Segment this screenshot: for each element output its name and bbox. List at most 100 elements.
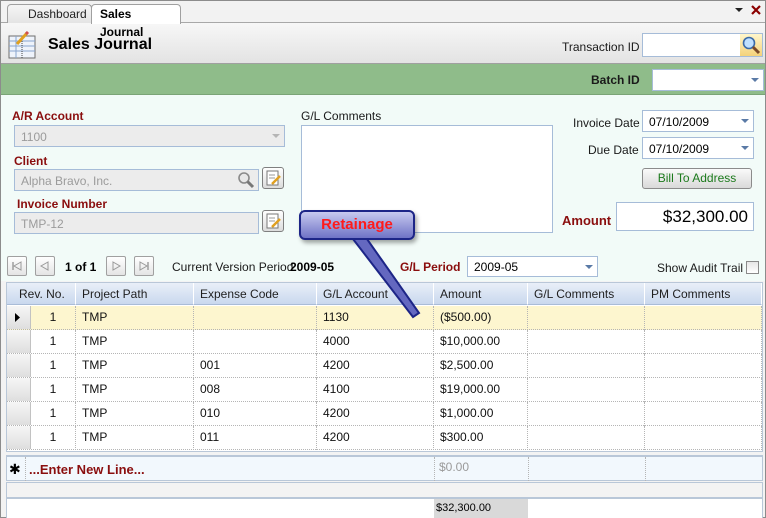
cell-gl-comments[interactable]: [528, 330, 645, 354]
cell-project-path[interactable]: TMP: [76, 306, 194, 330]
cell-amount[interactable]: ($500.00): [434, 306, 528, 330]
column-header-amount[interactable]: Amount: [434, 283, 528, 305]
cell-gl-account[interactable]: 4200: [317, 426, 434, 450]
column-header-pm-comments[interactable]: PM Comments: [645, 283, 762, 305]
search-icon[interactable]: [237, 171, 255, 192]
last-record-icon: [139, 261, 149, 271]
batch-id-dropdown[interactable]: [652, 69, 764, 91]
cell-expense-code[interactable]: 008: [194, 378, 317, 402]
enter-new-line-prompt[interactable]: ...Enter New Line...: [29, 462, 145, 477]
cell-pm-comments[interactable]: [645, 378, 762, 402]
table-row[interactable]: 1 TMP 008 4100 $19,000.00: [7, 378, 762, 402]
cell-gl-account[interactable]: 1130: [317, 306, 434, 330]
show-audit-trail-checkbox[interactable]: [746, 261, 759, 274]
ar-account-dropdown[interactable]: 1100: [14, 125, 285, 147]
cell-gl-comments[interactable]: [528, 426, 645, 450]
first-record-button[interactable]: [7, 256, 27, 276]
cell-project-path[interactable]: TMP: [76, 354, 194, 378]
cell-gl-comments[interactable]: [528, 402, 645, 426]
chevron-down-icon[interactable]: [737, 138, 753, 158]
dropdown-arrow-icon[interactable]: [734, 5, 744, 18]
chevron-down-icon[interactable]: [581, 257, 597, 276]
cell-rev-no[interactable]: 1: [31, 378, 76, 402]
cell-gl-account[interactable]: 4100: [317, 378, 434, 402]
cell-gl-account[interactable]: 4000: [317, 330, 434, 354]
tab-sales-journal[interactable]: Sales Journal: [91, 4, 181, 39]
ar-account-label: A/R Account: [12, 109, 84, 123]
batch-id-label: Batch ID: [591, 73, 640, 87]
invoice-number-input[interactable]: TMP-12: [14, 212, 259, 234]
amount-value: $32,300.00: [616, 202, 754, 231]
table-row[interactable]: 1 TMP 001 4200 $2,500.00: [7, 354, 762, 378]
cell-amount[interactable]: $10,000.00: [434, 330, 528, 354]
chevron-down-icon[interactable]: [268, 126, 284, 146]
table-row[interactable]: 1 TMP 010 4200 $1,000.00: [7, 402, 762, 426]
transaction-id-input[interactable]: [642, 33, 763, 57]
column-header-gl-comments[interactable]: G/L Comments: [528, 283, 645, 305]
cell-rev-no[interactable]: 1: [31, 426, 76, 450]
edit-invoice-number-button[interactable]: [262, 210, 284, 232]
cell-gl-comments[interactable]: [528, 378, 645, 402]
row-selector[interactable]: [7, 354, 31, 377]
cell-gl-comments[interactable]: [528, 306, 645, 330]
row-selector[interactable]: [7, 330, 31, 353]
tab-dashboard[interactable]: Dashboard: [7, 4, 92, 23]
client-input[interactable]: Alpha Bravo, Inc.: [14, 169, 259, 191]
cell-rev-no[interactable]: 1: [31, 306, 76, 330]
invoice-date-picker[interactable]: 07/10/2009: [642, 110, 754, 132]
column-header-rev-no[interactable]: Rev. No.: [7, 283, 76, 305]
cell-project-path[interactable]: TMP: [76, 330, 194, 354]
cell-expense-code[interactable]: 010: [194, 402, 317, 426]
column-header-expense-code[interactable]: Expense Code: [194, 283, 317, 305]
cell-expense-code[interactable]: [194, 306, 317, 330]
close-icon[interactable]: [751, 5, 761, 18]
total-amount: $32,300.00: [434, 499, 528, 518]
cell-rev-no[interactable]: 1: [31, 402, 76, 426]
new-line-row[interactable]: ✱ ...Enter New Line... $0.00: [6, 455, 763, 481]
bill-to-address-button[interactable]: Bill To Address: [642, 168, 752, 189]
cell-project-path[interactable]: TMP: [76, 378, 194, 402]
cell-pm-comments[interactable]: [645, 306, 762, 330]
previous-record-button[interactable]: [35, 256, 55, 276]
cell-project-path[interactable]: TMP: [76, 426, 194, 450]
row-selector[interactable]: [7, 402, 31, 425]
cell-pm-comments[interactable]: [645, 426, 762, 450]
due-date-picker[interactable]: 07/10/2009: [642, 137, 754, 159]
table-row[interactable]: 1 TMP 1130 ($500.00): [7, 306, 762, 330]
gl-period-dropdown[interactable]: 2009-05: [467, 256, 598, 277]
chevron-down-icon[interactable]: [747, 70, 763, 90]
cell-pm-comments[interactable]: [645, 354, 762, 378]
column-header-project-path[interactable]: Project Path: [76, 283, 194, 305]
cell-project-path[interactable]: TMP: [76, 402, 194, 426]
column-header-gl-account[interactable]: G/L Account: [317, 283, 434, 305]
chevron-down-icon[interactable]: [737, 111, 753, 131]
next-record-button[interactable]: [106, 256, 126, 276]
last-record-button[interactable]: [134, 256, 154, 276]
row-selector[interactable]: [7, 426, 31, 449]
cell-amount[interactable]: $2,500.00: [434, 354, 528, 378]
cell-amount[interactable]: $1,000.00: [434, 402, 528, 426]
cell-expense-code[interactable]: [194, 330, 317, 354]
cell-gl-comments[interactable]: [528, 354, 645, 378]
edit-client-button[interactable]: [262, 167, 284, 189]
cell-gl-account[interactable]: 4200: [317, 402, 434, 426]
cell-rev-no[interactable]: 1: [31, 354, 76, 378]
cell-pm-comments[interactable]: [645, 330, 762, 354]
table-row[interactable]: 1 TMP 4000 $10,000.00: [7, 330, 762, 354]
cell-expense-code[interactable]: 001: [194, 354, 317, 378]
cell-rev-no[interactable]: 1: [31, 330, 76, 354]
due-date-label: Due Date: [588, 143, 639, 157]
cell-gl-account[interactable]: 4200: [317, 354, 434, 378]
cell-amount[interactable]: $19,000.00: [434, 378, 528, 402]
cell-expense-code[interactable]: 011: [194, 426, 317, 450]
record-position: 1 of 1: [65, 260, 97, 274]
row-selector[interactable]: [7, 378, 31, 401]
row-selector[interactable]: [7, 306, 31, 329]
search-icon[interactable]: [740, 34, 762, 56]
table-row[interactable]: 1 TMP 011 4200 $300.00: [7, 426, 762, 450]
cell-amount[interactable]: $300.00: [434, 426, 528, 450]
edit-document-icon: [266, 170, 281, 186]
client-label: Client: [14, 154, 48, 168]
invoice-number-label: Invoice Number: [17, 197, 108, 211]
cell-pm-comments[interactable]: [645, 402, 762, 426]
